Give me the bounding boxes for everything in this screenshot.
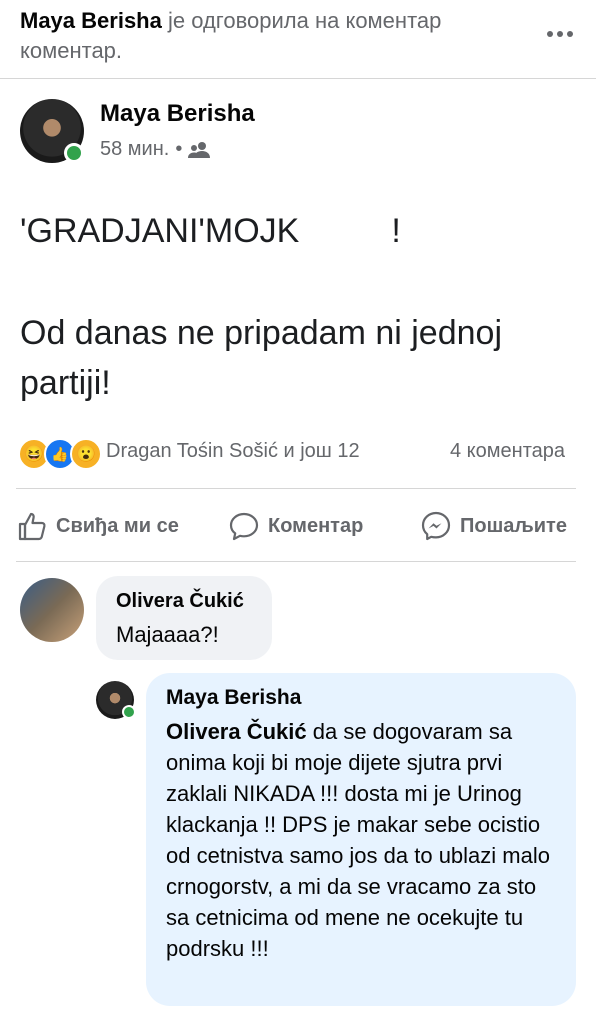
post-text-line2: Od danas ne pripadam ni jednoj partiji!	[20, 314, 502, 402]
comments-count[interactable]: 4 коментара	[450, 440, 565, 463]
messenger-icon	[421, 511, 451, 541]
comment-button[interactable]: Коментар	[228, 508, 363, 544]
reply-notice-bar: Maya Berisha је одговорила на коментар к…	[0, 0, 596, 79]
commenter-avatar[interactable]	[20, 578, 84, 642]
notice-author[interactable]: Maya Berisha	[20, 8, 162, 33]
comment-button-label: Коментар	[268, 514, 364, 537]
like-button-label: Свиђа ми се	[56, 514, 179, 537]
reply-text: Olivera Čukić da se dogovaram sa onima k…	[166, 716, 556, 964]
online-status-indicator	[64, 143, 84, 163]
wow-reaction-icon: 😮	[70, 438, 102, 470]
post-text-exclamation: !	[391, 212, 401, 250]
comment-text: Majaaaa?!	[116, 622, 219, 647]
friends-icon[interactable]	[188, 141, 211, 159]
mention-link[interactable]: Olivera Čukić	[166, 719, 307, 744]
meta-separator: •	[175, 138, 183, 160]
reaction-icons[interactable]: 😆 👍 😮	[18, 438, 102, 470]
post-text-headline: 'GRADJANI'MOJK	[20, 212, 300, 250]
post-author-name[interactable]: Maya Berisha	[100, 100, 255, 128]
more-horizontal-icon[interactable]	[544, 24, 576, 44]
reply-body: da se dogovaram sa onima koji bi moje di…	[166, 719, 550, 961]
reply-author[interactable]: Maya Berisha	[166, 686, 301, 710]
reactors-summary[interactable]: Dragan Tośin Sošić и још 12	[106, 440, 360, 463]
redacted-area	[299, 216, 391, 250]
divider	[16, 488, 576, 489]
reply-notice: Maya Berisha је одговорила на коментар к…	[20, 6, 520, 66]
online-status-indicator	[122, 705, 136, 719]
share-button-label: Пошаљите	[460, 514, 567, 537]
like-button[interactable]: Свиђа ми се	[16, 508, 179, 544]
post-text-line1: 'GRADJANI'MOJK!	[20, 206, 580, 256]
thumbs-up-icon	[18, 512, 46, 541]
share-button[interactable]: Пошаљите	[420, 508, 567, 544]
post-time[interactable]: 58 мин.	[100, 138, 169, 161]
post-meta: 58 мин. •	[100, 138, 211, 161]
comment-author[interactable]: Olivera Čukić	[116, 590, 244, 613]
comment-icon	[229, 512, 259, 541]
divider	[16, 561, 576, 562]
post-body: 'GRADJANI'MOJK! Od danas ne pripadam ni …	[20, 206, 580, 408]
